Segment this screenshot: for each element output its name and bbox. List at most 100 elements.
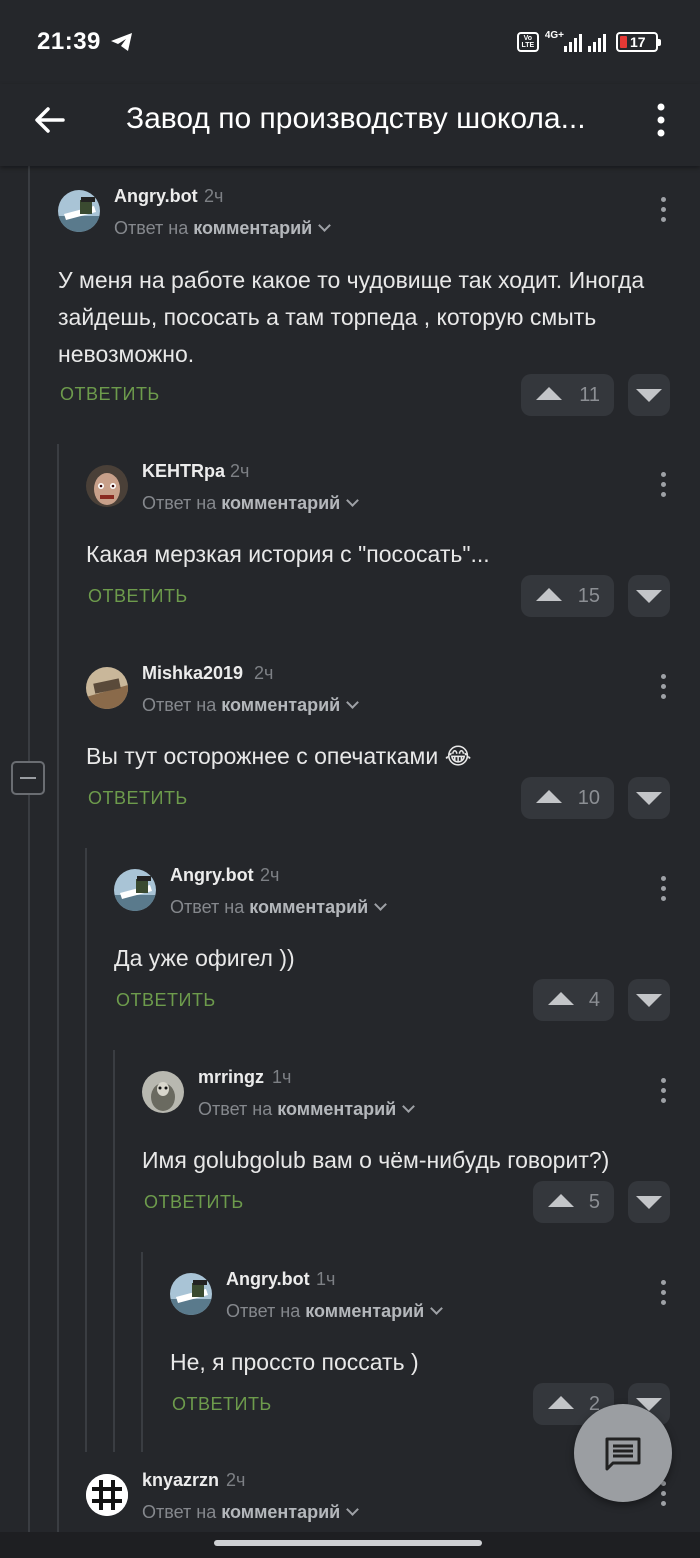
more-options-icon[interactable] xyxy=(657,1280,669,1310)
more-options-icon[interactable] xyxy=(657,472,669,502)
comment-text: Вы тут осторожнее с опечатками 😂 xyxy=(86,743,472,769)
vote-count: 11 xyxy=(579,384,600,406)
more-menu-icon[interactable] xyxy=(648,100,674,140)
more-options-icon[interactable] xyxy=(657,674,669,704)
chevron-down-icon xyxy=(346,696,360,709)
downvote-icon xyxy=(636,590,662,603)
system-nav-bar xyxy=(0,1532,700,1558)
downvote-button[interactable] xyxy=(628,575,670,617)
comments-thread[interactable]: Angry.bot 2ч Ответ на комментарий У меня… xyxy=(0,166,700,1532)
more-options-icon[interactable] xyxy=(657,876,669,906)
home-indicator[interactable] xyxy=(214,1540,482,1546)
reply-to-link[interactable]: Ответ на комментарий xyxy=(114,218,332,239)
avatar[interactable] xyxy=(114,869,156,911)
comment-time: 2ч xyxy=(254,663,274,683)
comment-time: 1ч xyxy=(272,1067,292,1087)
downvote-button[interactable] xyxy=(628,374,670,416)
vote-count: 15 xyxy=(577,585,600,607)
comment-author[interactable]: Angry.bot xyxy=(170,865,254,886)
battery-level: 17 xyxy=(630,34,646,50)
comment-text: Да уже офигел )) xyxy=(114,945,295,971)
thread-line xyxy=(28,166,30,1532)
thread-line xyxy=(57,444,59,1532)
avatar[interactable] xyxy=(58,190,100,232)
comment-text: У меня на работе какое то чудовище так х… xyxy=(58,267,645,367)
upvote-icon xyxy=(536,588,562,601)
downvote-icon xyxy=(636,389,662,402)
reply-to-link[interactable]: Ответ на комментарий xyxy=(142,695,360,716)
comment-text: Имя golubgolub вам о чём-нибудь говорит?… xyxy=(142,1147,610,1173)
status-bar: 21:39 Vo LTE 4G+ 17 xyxy=(0,0,700,84)
comment-author[interactable]: Angry.bot xyxy=(114,186,198,207)
avatar[interactable] xyxy=(86,667,128,709)
upvote-button[interactable]: 11 xyxy=(521,374,614,416)
reply-button[interactable]: ОТВЕТИТЬ xyxy=(144,1192,244,1213)
avatar[interactable] xyxy=(86,465,128,507)
comment-author[interactable]: knyazrzn xyxy=(142,1470,219,1491)
chevron-down-icon xyxy=(346,1503,360,1516)
chevron-down-icon xyxy=(346,494,360,507)
vote-count: 4 xyxy=(588,989,600,1011)
thread-line xyxy=(141,1252,143,1452)
chevron-down-icon xyxy=(374,898,388,911)
more-options-icon[interactable] xyxy=(657,1078,669,1108)
reply-button[interactable]: ОТВЕТИТЬ xyxy=(116,990,216,1011)
collapse-thread-button[interactable] xyxy=(11,761,45,795)
upvote-icon xyxy=(536,387,562,400)
page-title: Завод по производству шокола... xyxy=(126,102,586,135)
thread-line xyxy=(85,848,87,1452)
avatar[interactable] xyxy=(86,1474,128,1516)
write-comment-button[interactable] xyxy=(574,1404,672,1502)
reply-to-link[interactable]: Ответ на комментарий xyxy=(226,1301,444,1322)
thread-line xyxy=(113,1050,115,1452)
comment-text: Какая мерзкая история с "пососать"... xyxy=(86,541,490,567)
vote-count: 5 xyxy=(588,1191,600,1213)
signal-icon xyxy=(564,32,582,52)
comment-author[interactable]: mrringz xyxy=(198,1067,264,1088)
avatar[interactable] xyxy=(142,1071,184,1113)
upvote-icon xyxy=(548,1396,574,1409)
downvote-button[interactable] xyxy=(628,1181,670,1223)
signal-icon-2 xyxy=(588,32,606,52)
upvote-icon xyxy=(548,1194,574,1207)
reply-to-link[interactable]: Ответ на комментарий xyxy=(142,1502,360,1523)
upvote-button[interactable]: 4 xyxy=(533,979,614,1021)
upvote-button[interactable]: 5 xyxy=(533,1181,614,1223)
downvote-button[interactable] xyxy=(628,979,670,1021)
app-bar: Завод по производству шокола... xyxy=(0,84,700,166)
status-time: 21:39 xyxy=(37,28,101,55)
comment-text: Не, я проссто поссать ) xyxy=(170,1349,419,1375)
reply-to-link[interactable]: Ответ на комментарий xyxy=(170,897,388,918)
upvote-button[interactable]: 10 xyxy=(521,777,614,819)
chevron-down-icon xyxy=(402,1100,416,1113)
reply-button[interactable]: ОТВЕТИТЬ xyxy=(88,586,188,607)
upvote-icon xyxy=(548,992,574,1005)
battery-icon: 17 xyxy=(616,32,661,52)
reply-button[interactable]: ОТВЕТИТЬ xyxy=(172,1394,272,1415)
chevron-down-icon xyxy=(318,219,332,232)
reply-to-link[interactable]: Ответ на комментарий xyxy=(198,1099,416,1120)
downvote-icon xyxy=(636,994,662,1007)
comment-time: 1ч xyxy=(316,1269,336,1289)
chevron-down-icon xyxy=(430,1302,444,1315)
comment-time: 2ч xyxy=(230,461,250,481)
comment-author[interactable]: Mishka2019 xyxy=(142,663,243,684)
network-type: 4G+ xyxy=(544,29,564,41)
reply-button[interactable]: ОТВЕТИТЬ xyxy=(88,788,188,809)
volte-icon: Vo LTE xyxy=(516,32,539,52)
downvote-icon xyxy=(636,792,662,805)
comment-time: 2ч xyxy=(260,865,280,885)
comment-time: 2ч xyxy=(204,186,224,206)
more-options-icon[interactable] xyxy=(657,197,669,227)
avatar[interactable] xyxy=(170,1273,212,1315)
comment-author[interactable]: KEHTRpa xyxy=(142,461,225,482)
telegram-icon xyxy=(111,33,132,51)
downvote-button[interactable] xyxy=(628,777,670,819)
back-arrow-icon[interactable] xyxy=(30,100,70,140)
comment-icon xyxy=(605,1437,641,1471)
comment-author[interactable]: Angry.bot xyxy=(226,1269,310,1290)
reply-to-link[interactable]: Ответ на комментарий xyxy=(142,493,360,514)
downvote-icon xyxy=(636,1196,662,1209)
reply-button[interactable]: ОТВЕТИТЬ xyxy=(60,384,160,405)
upvote-button[interactable]: 15 xyxy=(521,575,614,617)
